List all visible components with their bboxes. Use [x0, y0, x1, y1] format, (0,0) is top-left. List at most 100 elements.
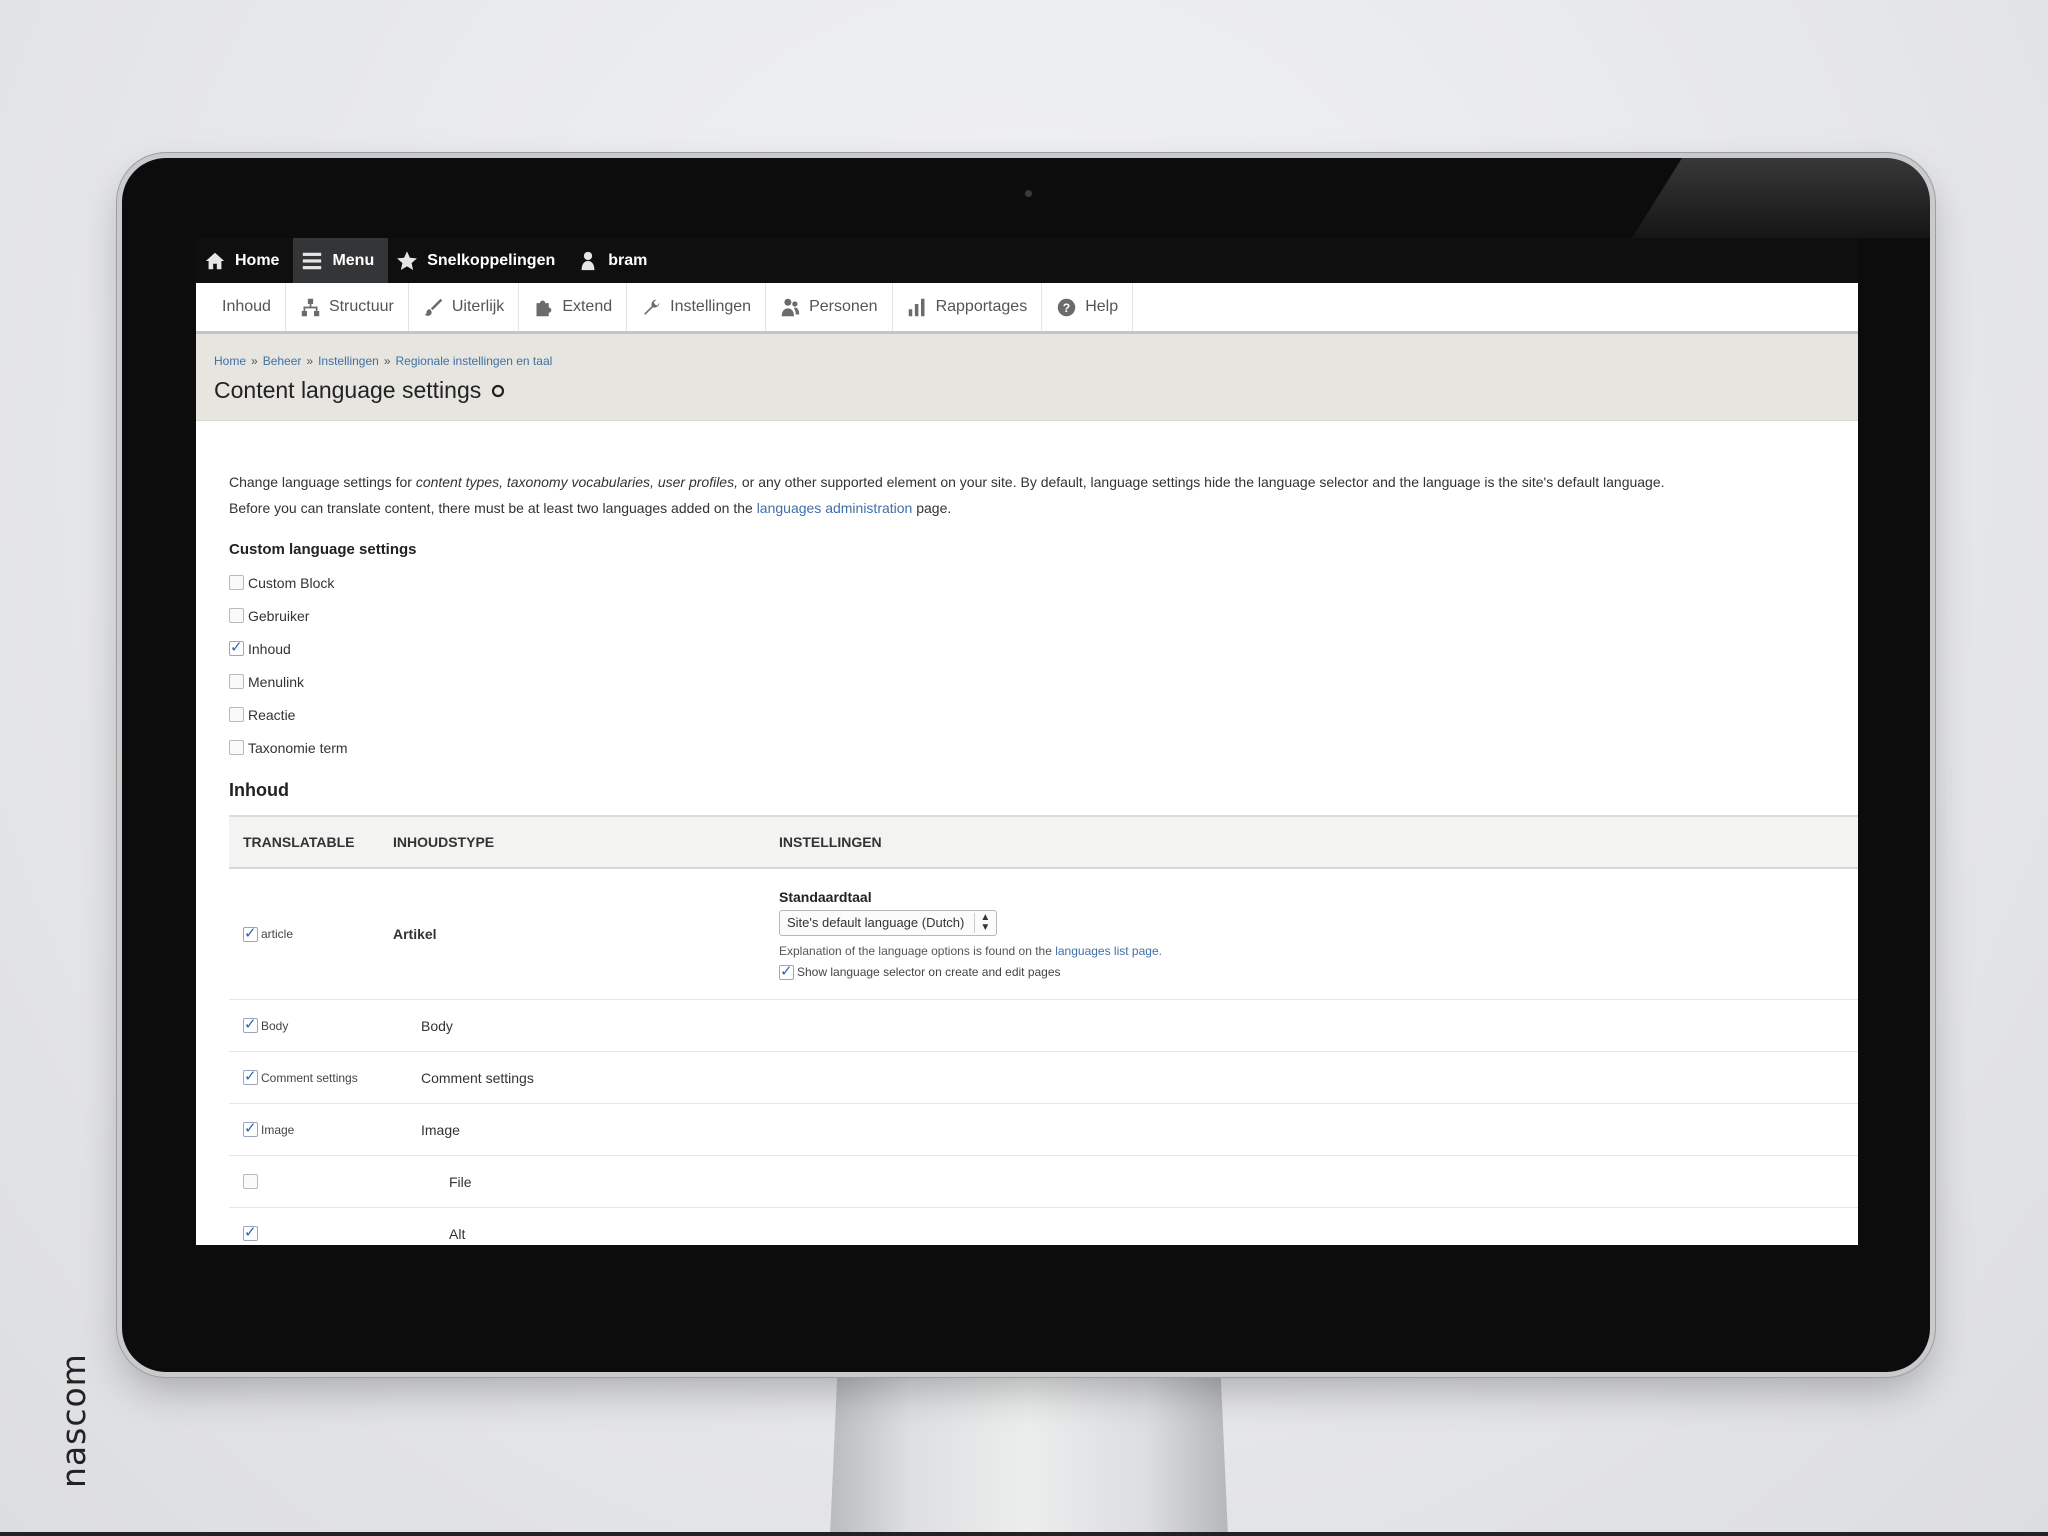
toolbar-user-label: bram — [608, 251, 648, 269]
custom-setting-taxonomie-term[interactable]: Taxonomie term — [229, 731, 1836, 764]
show-selector-label: Show language selector on create and edi… — [797, 965, 1061, 979]
custom-setting-menulink[interactable]: Menulink — [229, 665, 1836, 698]
table-row: Alt — [229, 1208, 1858, 1245]
header-translatable: TRANSLATABLE — [243, 834, 355, 850]
custom-setting-custom-block[interactable]: Custom Block — [229, 566, 1836, 599]
custom-settings-list: Custom Block Gebruiker Inhoud Menulink R… — [229, 566, 1836, 764]
content-type-name: Artikel — [393, 926, 437, 942]
translatable-cell: Image — [229, 1119, 393, 1137]
toolbar-home[interactable]: Home — [196, 238, 293, 283]
tray-item-rapportages[interactable]: Rapportages — [893, 283, 1043, 331]
checkbox[interactable] — [229, 575, 244, 590]
breadcrumb-link[interactable]: Home — [214, 354, 246, 368]
tray-item-instellingen[interactable]: Instellingen — [627, 283, 767, 331]
star-icon — [397, 250, 418, 270]
home-icon — [205, 252, 225, 269]
translatable-cell: Body — [229, 1015, 393, 1033]
tray-item-help[interactable]: ? Help — [1042, 283, 1134, 331]
table-row-article: article Artikel Standaardtaal Site's def… — [229, 869, 1858, 1000]
checkbox-checked[interactable] — [229, 638, 244, 656]
field-name: Alt — [449, 1225, 466, 1242]
breadcrumb: Home » Beheer » Instellingen » Regionale inste… — [214, 334, 1840, 368]
checkbox-label: Inhoud — [248, 640, 291, 657]
screen: Home Menu Snelkoppelingen bram Inhoud St… — [196, 238, 1858, 1245]
header-instellingen: INSTELLINGEN — [779, 834, 882, 850]
checkbox-checked[interactable] — [243, 924, 258, 942]
toolbar-shortcuts[interactable]: Snelkoppelingen — [388, 238, 569, 283]
checkbox[interactable] — [229, 608, 244, 623]
toolbar-menu[interactable]: Menu — [293, 238, 389, 283]
translatable-label: article — [261, 927, 294, 941]
custom-setting-inhoud[interactable]: Inhoud — [229, 632, 1836, 665]
tray-item-label: Structuur — [328, 298, 394, 315]
settings-cell: Standaardtaal Site's default language (D… — [779, 889, 1858, 980]
tray-item-structuur[interactable]: Structuur — [286, 283, 409, 331]
description-emphasis: content types, taxonomy vocabularies, us… — [415, 474, 738, 490]
description-text: Change language settings for — [229, 474, 416, 490]
tray-item-inhoud[interactable]: Inhoud — [208, 283, 286, 331]
field-name: File — [449, 1173, 472, 1190]
table-row: File — [229, 1156, 1858, 1208]
barchart-icon — [908, 298, 925, 316]
checkbox[interactable] — [229, 740, 244, 755]
select-value: Site's default language (Dutch) — [787, 915, 965, 930]
translatable-label: Comment settings — [261, 1070, 358, 1085]
tray-item-personen[interactable]: Personen — [766, 283, 893, 331]
languages-list-link[interactable]: languages list page. — [1055, 944, 1162, 958]
select-arrows-icon: ▲ ▼ — [974, 912, 990, 933]
translatable-cell — [229, 1223, 393, 1241]
translatable-label: Image — [261, 1122, 295, 1137]
breadcrumb-separator: » — [306, 354, 314, 368]
user-icon — [581, 251, 595, 270]
breadcrumb-separator: » — [383, 354, 391, 368]
checkbox[interactable] — [229, 707, 244, 722]
table-row: Image Image — [229, 1104, 1858, 1156]
checkbox-checked[interactable] — [779, 962, 794, 980]
bezel-glare — [1632, 158, 1930, 238]
header-inhoudstype: INHOUDSTYPE — [393, 834, 495, 850]
shortcut-star-icon[interactable] — [491, 384, 505, 398]
admin-toolbar: Home Menu Snelkoppelingen bram — [196, 238, 1858, 283]
breadcrumb-link[interactable]: Beheer — [263, 354, 302, 368]
checkbox[interactable] — [243, 1174, 258, 1189]
custom-setting-gebruiker[interactable]: Gebruiker — [229, 599, 1836, 632]
translatable-cell: Comment settings — [229, 1067, 393, 1085]
tray-item-label: Personen — [809, 298, 878, 315]
checkbox-checked[interactable] — [243, 1015, 258, 1033]
section-title: Inhoud — [229, 780, 289, 800]
tray-item-uiterlijk[interactable]: Uiterlijk — [409, 283, 520, 331]
tray-item-label: Uiterlijk — [451, 298, 505, 315]
checkbox-checked[interactable] — [243, 1119, 258, 1137]
camera-dot — [1025, 190, 1032, 197]
toolbar-home-label: Home — [235, 251, 280, 269]
checkbox-label: Menulink — [248, 673, 305, 690]
show-selector-option[interactable]: Show language selector on create and edi… — [779, 962, 1858, 980]
tray-item-label: Extend — [562, 298, 613, 315]
breadcrumb-link[interactable]: Instellingen — [318, 354, 379, 368]
description: Change language settings for content typ… — [229, 469, 1836, 521]
translatable-cell: article — [229, 924, 393, 942]
field-name: Image — [421, 1121, 460, 1138]
description-text: page. — [912, 500, 952, 516]
language-help-text: Explanation of the language options is f… — [779, 944, 1858, 958]
checkbox-label: Reactie — [248, 706, 296, 723]
page-title-text: Content language settings — [214, 377, 482, 403]
table-header: TRANSLATABLE INHOUDSTYPE INSTELLINGEN — [229, 817, 1858, 869]
checkbox-checked[interactable] — [243, 1067, 258, 1085]
translatable-cell — [229, 1174, 393, 1189]
checkbox-checked[interactable] — [243, 1223, 258, 1241]
checkbox[interactable] — [229, 674, 244, 689]
toolbar-tray: Inhoud Structuur Uiterlijk Extend Instel… — [196, 283, 1858, 334]
tray-item-extend[interactable]: Extend — [519, 283, 628, 331]
default-language-select[interactable]: Site's default language (Dutch) ▲ ▼ — [779, 909, 998, 936]
tray-item-label: Rapportages — [935, 298, 1028, 315]
breadcrumb-link[interactable]: Regionale instellingen en taal — [396, 354, 553, 368]
toolbar-user[interactable]: bram — [569, 238, 661, 283]
tray-item-label: Inhoud — [222, 298, 271, 315]
field-name: Comment settings — [421, 1069, 534, 1086]
table-row: Body Body — [229, 1000, 1858, 1052]
help-text: Explanation of the language options is f… — [779, 943, 1056, 958]
custom-setting-reactie[interactable]: Reactie — [229, 698, 1836, 731]
page-title: Content language settings — [214, 377, 1840, 404]
languages-admin-link[interactable]: languages administration — [757, 500, 913, 516]
